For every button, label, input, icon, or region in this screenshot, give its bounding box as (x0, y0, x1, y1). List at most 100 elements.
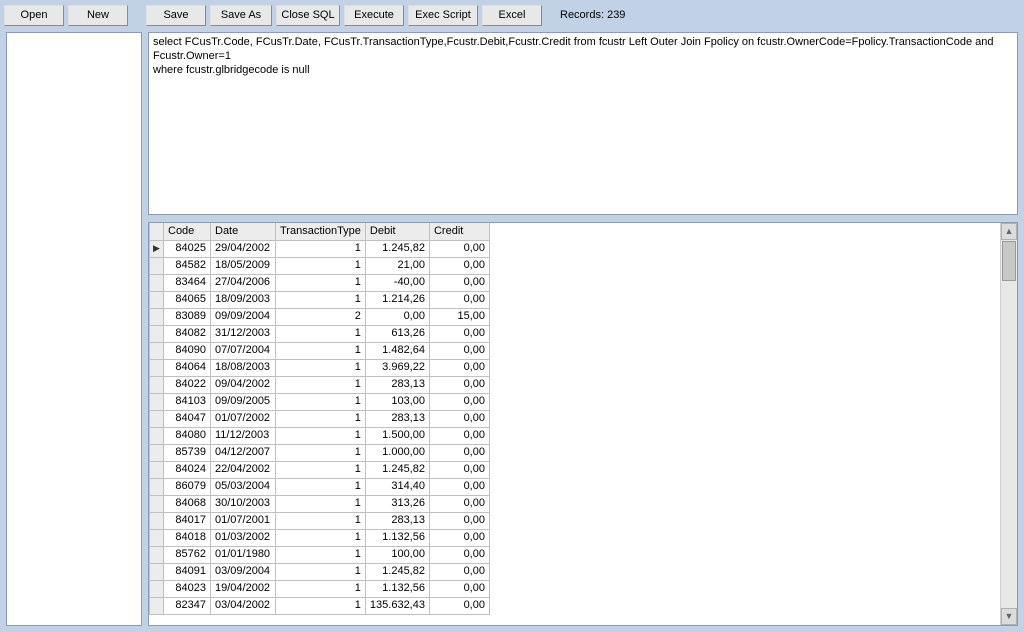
cell-code: 84064 (164, 359, 211, 376)
cell-credit: 0,00 (429, 393, 489, 410)
cell-date: 18/09/2003 (211, 291, 276, 308)
cell-code: 86079 (164, 478, 211, 495)
col-header-transactiontype[interactable]: TransactionType (276, 223, 366, 240)
cell-transactiontype: 1 (276, 444, 366, 461)
row-pointer-icon: ▶ (153, 243, 160, 253)
cell-debit: 1.132,56 (365, 580, 429, 597)
cell-debit: 313,26 (365, 495, 429, 512)
table-row[interactable]: 8408231/12/20031613,260,00 (150, 325, 490, 342)
cell-date: 22/04/2002 (211, 461, 276, 478)
cell-debit: 103,00 (365, 393, 429, 410)
table-row[interactable]: 8401701/07/20011283,130,00 (150, 512, 490, 529)
table-row[interactable]: 8406418/08/200313.969,220,00 (150, 359, 490, 376)
save-button[interactable]: Save (146, 5, 206, 26)
cell-date: 09/09/2004 (211, 308, 276, 325)
new-button[interactable]: New (68, 5, 128, 26)
table-row[interactable]: 8402209/04/20021283,130,00 (150, 376, 490, 393)
cell-transactiontype: 1 (276, 410, 366, 427)
cell-debit: 3.969,22 (365, 359, 429, 376)
col-header-debit[interactable]: Debit (365, 223, 429, 240)
left-panel (6, 32, 142, 626)
cell-date: 30/10/2003 (211, 495, 276, 512)
cell-debit: 1.214,26 (365, 291, 429, 308)
table-row[interactable]: 8308909/09/200420,0015,00 (150, 308, 490, 325)
cell-credit: 0,00 (429, 444, 489, 461)
cell-transactiontype: 2 (276, 308, 366, 325)
cell-credit: 0,00 (429, 291, 489, 308)
cell-transactiontype: 1 (276, 512, 366, 529)
sql-textarea[interactable] (148, 32, 1018, 215)
records-label: Records: 239 (560, 9, 625, 21)
cell-transactiontype: 1 (276, 478, 366, 495)
table-row[interactable]: ▶8402529/04/200211.245,820,00 (150, 240, 490, 257)
cell-debit: 1.245,82 (365, 461, 429, 478)
open-button[interactable]: Open (4, 5, 64, 26)
scroll-down-icon[interactable]: ▼ (1001, 608, 1017, 625)
cell-date: 09/04/2002 (211, 376, 276, 393)
table-row[interactable]: 8607905/03/20041314,400,00 (150, 478, 490, 495)
save-as-button[interactable]: Save As (210, 5, 272, 26)
cell-credit: 0,00 (429, 359, 489, 376)
cell-transactiontype: 1 (276, 393, 366, 410)
cell-date: 01/03/2002 (211, 529, 276, 546)
cell-code: 84025 (164, 240, 211, 257)
grid-scrollbar[interactable]: ▲ ▼ (1000, 223, 1017, 625)
cell-credit: 0,00 (429, 342, 489, 359)
cell-credit: 0,00 (429, 427, 489, 444)
table-row[interactable]: 8408011/12/200311.500,000,00 (150, 427, 490, 444)
table-row[interactable]: 8458218/05/2009121,000,00 (150, 257, 490, 274)
exec-script-button[interactable]: Exec Script (408, 5, 478, 26)
table-row[interactable]: 8406830/10/20031313,260,00 (150, 495, 490, 512)
table-row[interactable]: 8410309/09/20051103,000,00 (150, 393, 490, 410)
cell-code: 84018 (164, 529, 211, 546)
cell-transactiontype: 1 (276, 342, 366, 359)
table-row[interactable]: 8234703/04/20021135.632,430,00 (150, 597, 490, 614)
cell-code: 83089 (164, 308, 211, 325)
cell-credit: 0,00 (429, 478, 489, 495)
cell-code: 84090 (164, 342, 211, 359)
table-row[interactable]: 8404701/07/20021283,130,00 (150, 410, 490, 427)
col-header-date[interactable]: Date (211, 223, 276, 240)
cell-date: 01/07/2001 (211, 512, 276, 529)
cell-credit: 0,00 (429, 240, 489, 257)
cell-credit: 0,00 (429, 410, 489, 427)
scroll-up-icon[interactable]: ▲ (1001, 223, 1017, 240)
cell-transactiontype: 1 (276, 257, 366, 274)
cell-date: 27/04/2006 (211, 274, 276, 291)
cell-date: 18/05/2009 (211, 257, 276, 274)
table-row[interactable]: 8409103/09/200411.245,820,00 (150, 563, 490, 580)
cell-credit: 0,00 (429, 563, 489, 580)
cell-code: 84022 (164, 376, 211, 393)
table-row[interactable]: 8401801/03/200211.132,560,00 (150, 529, 490, 546)
execute-button[interactable]: Execute (344, 5, 404, 26)
cell-transactiontype: 1 (276, 529, 366, 546)
cell-transactiontype: 1 (276, 495, 366, 512)
table-row[interactable]: 8402319/04/200211.132,560,00 (150, 580, 490, 597)
cell-credit: 15,00 (429, 308, 489, 325)
cell-credit: 0,00 (429, 376, 489, 393)
col-header-credit[interactable]: Credit (429, 223, 489, 240)
cell-debit: 1.245,82 (365, 240, 429, 257)
table-row[interactable]: 8409007/07/200411.482,640,00 (150, 342, 490, 359)
table-row[interactable]: 8346427/04/20061-40,000,00 (150, 274, 490, 291)
table-row[interactable]: 8573904/12/200711.000,000,00 (150, 444, 490, 461)
cell-code: 84024 (164, 461, 211, 478)
cell-debit: 314,40 (365, 478, 429, 495)
table-row[interactable]: 8576201/01/19801100,000,00 (150, 546, 490, 563)
cell-transactiontype: 1 (276, 291, 366, 308)
cell-date: 11/12/2003 (211, 427, 276, 444)
scroll-thumb[interactable] (1002, 241, 1016, 281)
col-header-code[interactable]: Code (164, 223, 211, 240)
header-row: Code Date TransactionType Debit Credit (150, 223, 490, 240)
cell-credit: 0,00 (429, 257, 489, 274)
cell-code: 84103 (164, 393, 211, 410)
table-row[interactable]: 8406518/09/200311.214,260,00 (150, 291, 490, 308)
cell-code: 84582 (164, 257, 211, 274)
cell-date: 04/12/2007 (211, 444, 276, 461)
cell-debit: 613,26 (365, 325, 429, 342)
close-sql-button[interactable]: Close SQL (276, 5, 340, 26)
excel-button[interactable]: Excel (482, 5, 542, 26)
results-table: Code Date TransactionType Debit Credit ▶… (149, 223, 490, 615)
cell-debit: 135.632,43 (365, 597, 429, 614)
table-row[interactable]: 8402422/04/200211.245,820,00 (150, 461, 490, 478)
